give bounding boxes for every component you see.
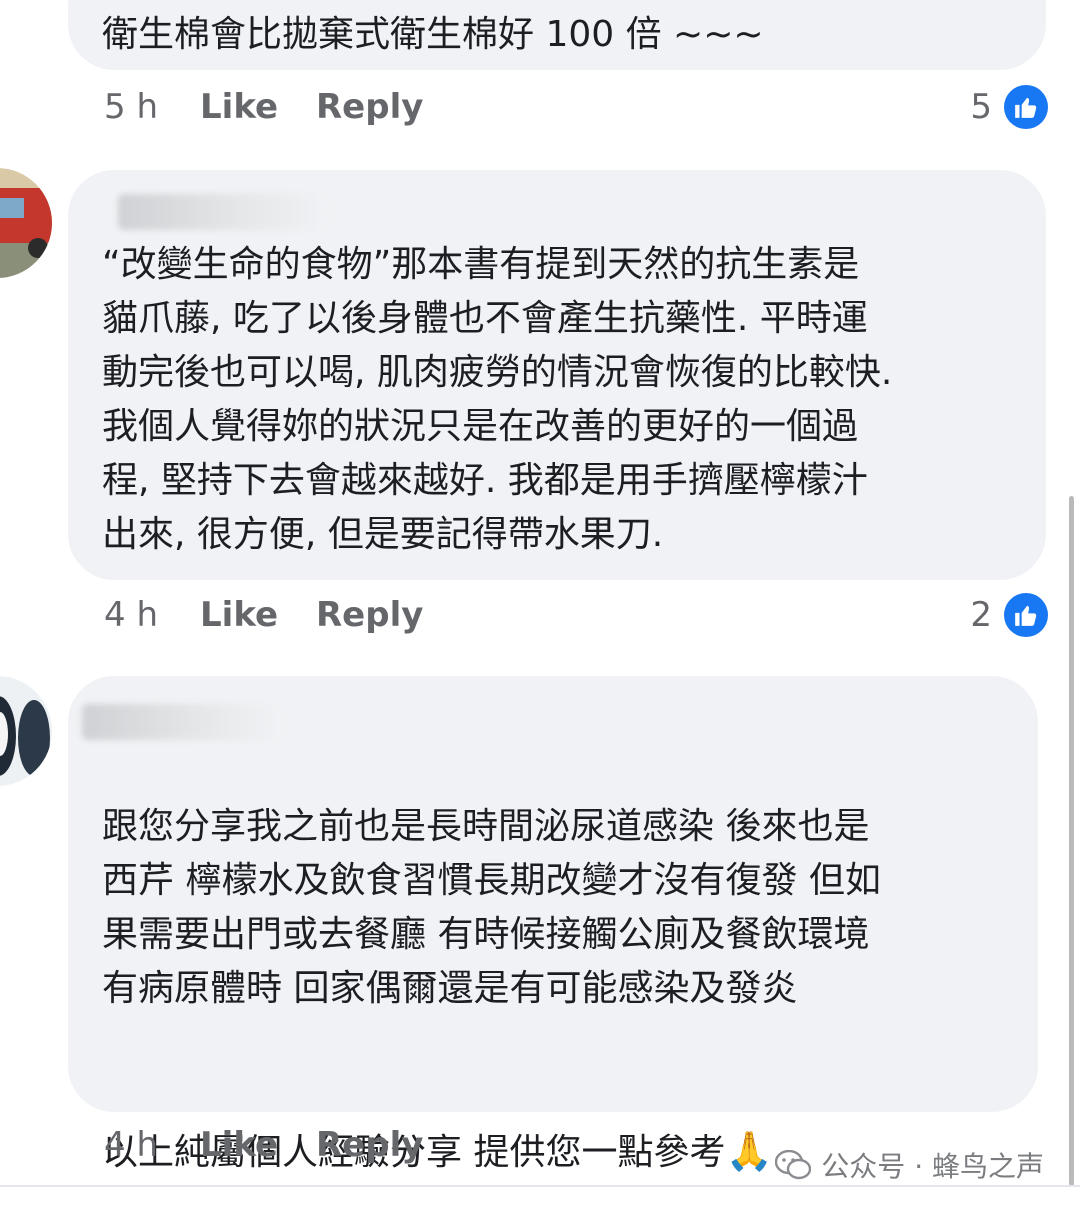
reaction-count-1: 5	[970, 87, 992, 127]
folded-hands-emoji: 🙏	[725, 1129, 773, 1173]
watermark-text: 公众号 · 蜂鸟之声	[821, 1150, 1044, 1183]
bottom-divider	[0, 1185, 1080, 1187]
reaction-count-2: 2	[970, 595, 992, 635]
reaction-summary-1[interactable]: 5	[970, 82, 1048, 132]
wechat-icon	[775, 1149, 812, 1180]
comment-actions-2: 4 h Like Reply	[104, 590, 423, 640]
reply-button-3[interactable]: Reply	[316, 1125, 423, 1165]
like-reaction-icon	[1004, 593, 1048, 637]
comment-text-3: 跟您分享我之前也是長時間泌尿道感染 後來也是 西芹 檸檬水及飲食習慣長期改變才沒…	[102, 746, 1018, 1180]
comment-bubble-1: 衛生棉會比拋棄式衛生棉好 100 倍 ~~~	[68, 0, 1046, 70]
like-button-2[interactable]: Like	[200, 595, 316, 635]
comment-bubble-3: 跟您分享我之前也是長時間泌尿道感染 後來也是 西芹 檸檬水及飲食習慣長期改變才沒…	[68, 676, 1038, 1173]
avatar-commenter-3[interactable]	[0, 676, 52, 786]
like-button-3[interactable]: Like	[200, 1125, 316, 1165]
avatar-commenter-2[interactable]	[0, 168, 52, 278]
comment-time-2: 4 h	[104, 595, 158, 635]
reply-button-2[interactable]: Reply	[316, 595, 423, 635]
comment-time-1: 5 h	[104, 87, 158, 127]
watermark: 公众号 · 蜂鸟之声	[775, 1145, 1044, 1185]
scrollbar-thumb[interactable]	[1069, 496, 1074, 1186]
comment-actions-1: 5 h Like Reply	[104, 82, 423, 132]
redacted-author-name-2	[118, 194, 328, 230]
comment-actions-3: 4 h Like Reply	[104, 1120, 423, 1170]
comment-time-3: 4 h	[104, 1125, 158, 1165]
reply-button-1[interactable]: Reply	[316, 87, 423, 127]
reaction-summary-2[interactable]: 2	[970, 590, 1048, 640]
comment-text-3-body: 跟您分享我之前也是長時間泌尿道感染 後來也是 西芹 檸檬水及飲食習慣長期改變才沒…	[102, 806, 881, 1173]
comment-text-2: “改變生命的食物”那本書有提到天然的抗生素是 貓爪藤, 吃了以後身體也不會產生抗…	[102, 244, 893, 555]
comment-bubble-2: “改變生命的食物”那本書有提到天然的抗生素是 貓爪藤, 吃了以後身體也不會產生抗…	[68, 170, 1046, 580]
redacted-author-name-3	[82, 704, 282, 740]
comment-text-1: 衛生棉會比拋棄式衛生棉好 100 倍 ~~~	[102, 14, 764, 55]
like-reaction-icon	[1004, 85, 1048, 129]
like-button-1[interactable]: Like	[200, 87, 316, 127]
